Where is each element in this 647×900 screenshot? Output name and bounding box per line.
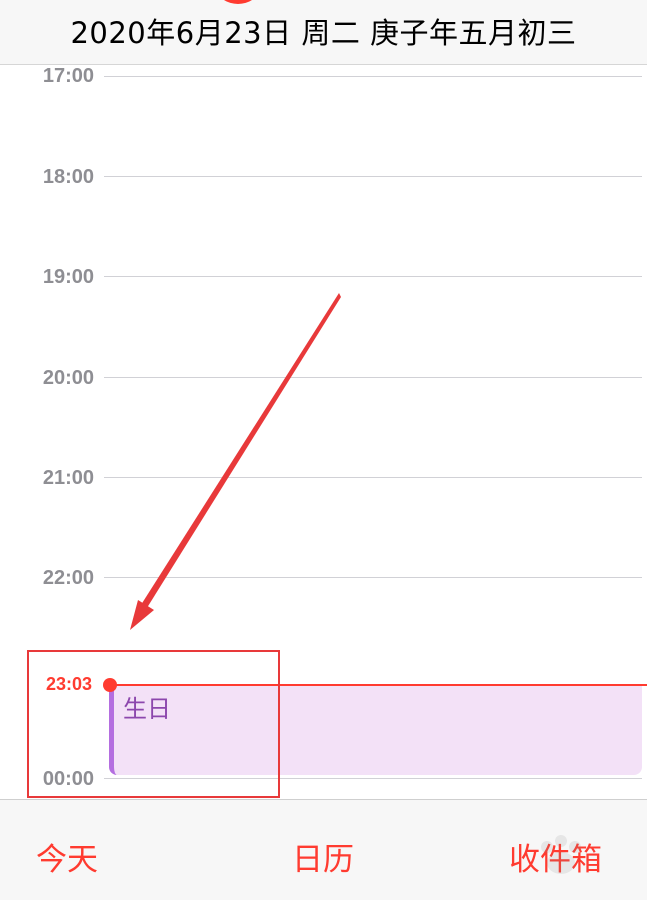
hour-label-17: 17:00 — [42, 65, 94, 87]
hour-line — [104, 577, 642, 578]
hour-label-18: 18:00 — [42, 166, 94, 188]
hour-label-22: 22:00 — [42, 567, 94, 589]
day-timeline[interactable]: 17:00 18:00 19:00 20:00 21:00 22:00 00:0… — [0, 65, 647, 799]
hour-label-21: 21:00 — [42, 467, 94, 489]
inbox-button[interactable]: 收件箱 — [509, 834, 602, 879]
notification-dot — [218, 0, 258, 4]
hour-line — [104, 76, 642, 77]
current-time-label: 23:03 — [45, 674, 92, 694]
header: 2020年6月23日 周二 庚子年五月初三 — [0, 0, 647, 65]
today-button[interactable]: 今天 — [36, 834, 98, 879]
current-time-dot — [103, 678, 117, 692]
event-birthday[interactable]: 生日 — [109, 686, 642, 775]
hour-label-00: 00:00 — [42, 768, 94, 790]
hour-line — [104, 778, 642, 779]
hour-line — [104, 377, 642, 378]
tab-bar: 今天 日历 收件箱 — [0, 799, 647, 900]
hour-line — [104, 477, 642, 478]
hour-label-20: 20:00 — [42, 367, 94, 389]
hour-line — [104, 276, 642, 277]
calendars-button[interactable]: 日历 — [292, 834, 354, 879]
hour-label-19: 19:00 — [42, 266, 94, 288]
current-time-line — [110, 684, 647, 686]
date-title: 2020年6月23日 周二 庚子年五月初三 — [70, 16, 577, 50]
hour-line — [104, 176, 642, 177]
event-title: 生日 — [123, 695, 171, 723]
